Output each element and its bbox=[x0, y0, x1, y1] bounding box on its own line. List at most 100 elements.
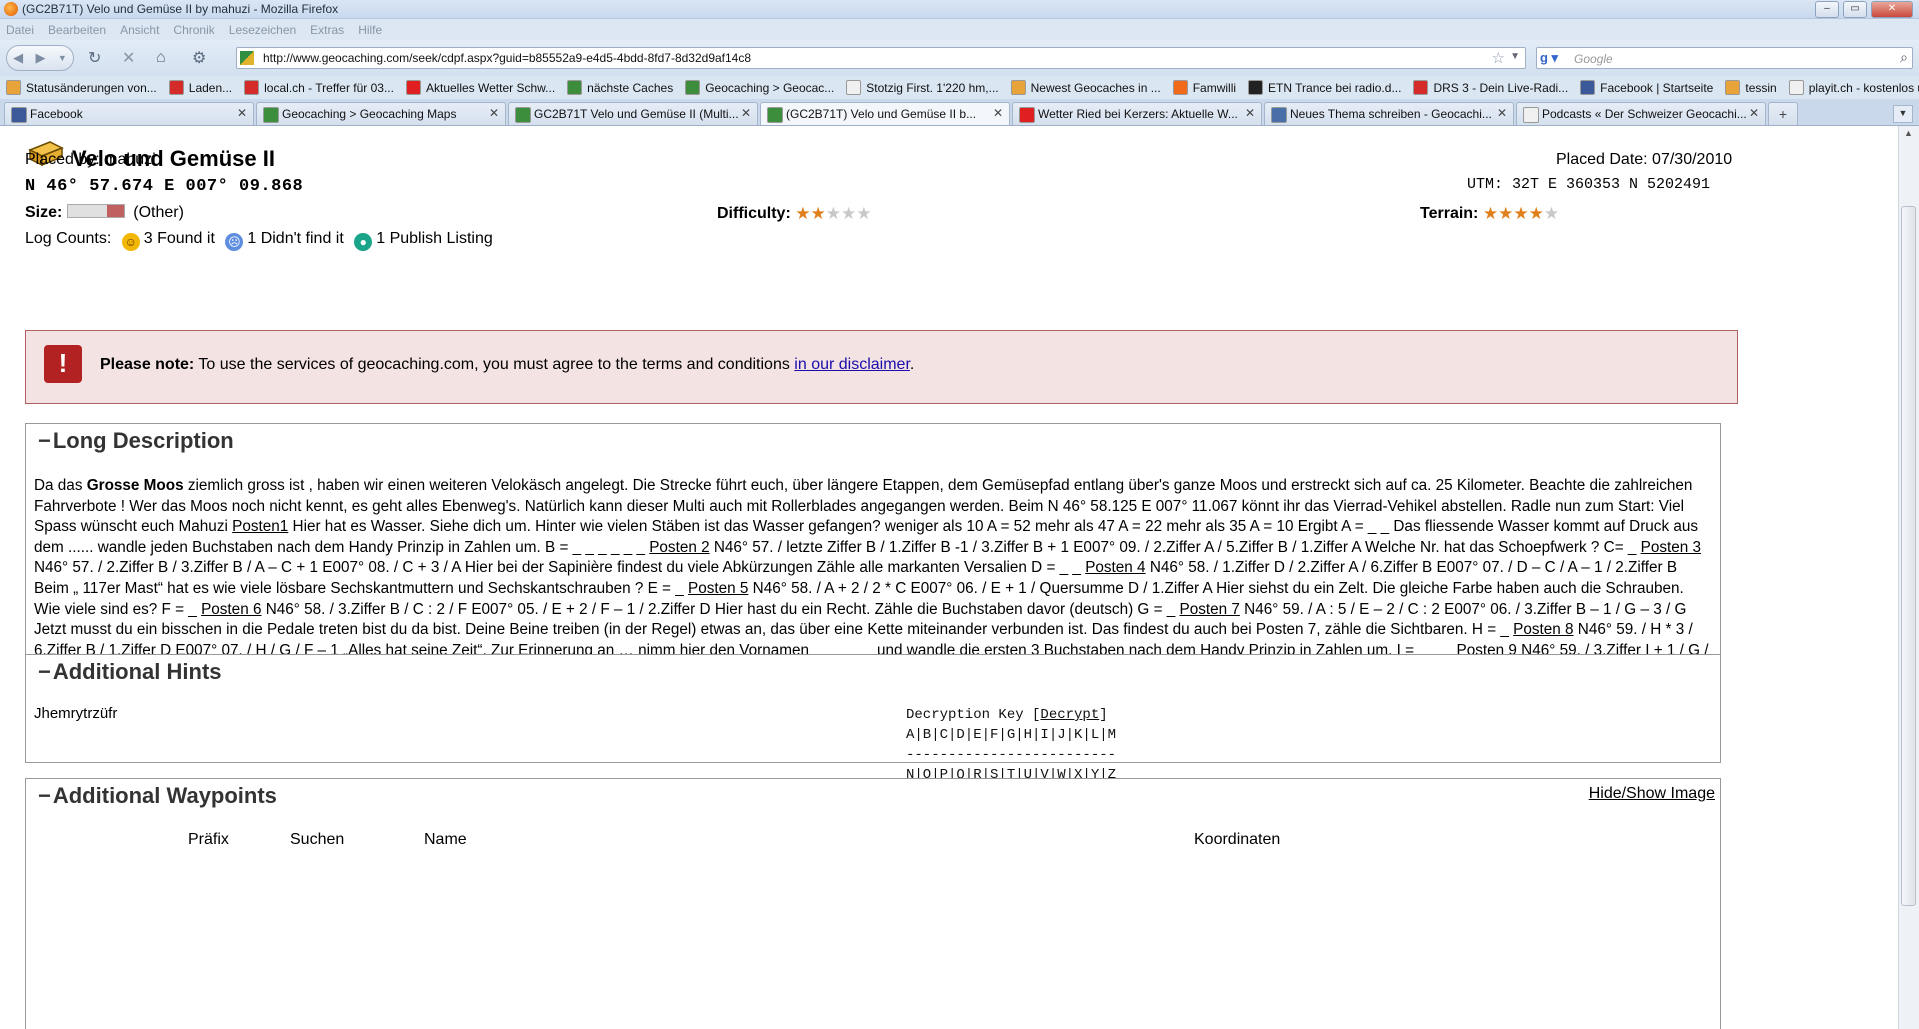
tab-close-icon[interactable]: ✕ bbox=[1497, 106, 1507, 120]
bookmark-label: Famwilli bbox=[1192, 80, 1237, 95]
bookmark-item[interactable]: nächste Caches bbox=[567, 80, 673, 95]
waypoint-link[interactable]: Posten 4 bbox=[1085, 559, 1145, 576]
tab-list-icon[interactable]: ▼ bbox=[1893, 105, 1913, 123]
placed-date: Placed Date: 07/30/2010 bbox=[1556, 151, 1733, 168]
waypoint-link[interactable]: Posten 2 bbox=[649, 539, 709, 556]
stop-icon[interactable]: ✕ bbox=[122, 46, 135, 70]
url-dropdown-icon[interactable]: ▼ bbox=[1510, 51, 1520, 62]
browser-tab[interactable]: (GC2B71T) Velo und Gemüse II b... ✕ bbox=[760, 102, 1010, 125]
bookmark-label: nächste Caches bbox=[587, 80, 674, 95]
bookmark-item[interactable]: playit.ch - kostenlos u... bbox=[1788, 80, 1919, 95]
bookmark-item[interactable]: ETN Trance bei radio.d... bbox=[1248, 80, 1401, 95]
browser-tab[interactable]: Neues Thema schreiben - Geocachi... ✕ bbox=[1264, 102, 1514, 125]
bookmark-favicon-icon bbox=[685, 80, 701, 95]
collapse-icon[interactable]: − bbox=[38, 659, 51, 684]
bookmark-item[interactable]: Laden... bbox=[168, 80, 233, 95]
size-row: Size: (Other) bbox=[25, 204, 184, 222]
hide-show-image-link[interactable]: Hide/Show Image bbox=[1589, 785, 1715, 803]
reload-icon[interactable]: ↻ bbox=[88, 46, 101, 70]
collapse-icon[interactable]: − bbox=[38, 783, 51, 808]
browser-tab[interactable]: Geocaching > Geocaching Maps ✕ bbox=[256, 102, 506, 125]
back-arrow-icon[interactable]: ◀ bbox=[13, 50, 23, 66]
scroll-up-icon[interactable]: ▲ bbox=[1901, 128, 1916, 143]
bookmark-favicon-icon bbox=[1788, 80, 1804, 95]
google-engine-icon[interactable]: g ▾ bbox=[1540, 50, 1558, 66]
new-tab-button[interactable]: + bbox=[1768, 102, 1798, 125]
decryption-key: Decryption Key [Decrypt] A|B|C|D|E|F|G|H… bbox=[906, 707, 1117, 783]
menu-lesezeichen[interactable]: Lesezeichen bbox=[229, 23, 296, 37]
star-empty-icon: ★ bbox=[840, 204, 857, 223]
bookmark-favicon-icon bbox=[567, 80, 583, 95]
warning-icon: ! bbox=[44, 345, 82, 383]
additional-hints-heading[interactable]: −Additional Hints bbox=[38, 659, 222, 685]
utm-coordinates: UTM: 32T E 360353 N 5202491 bbox=[1467, 176, 1711, 193]
additional-waypoints-heading[interactable]: −Additional Waypoints bbox=[38, 783, 277, 809]
bookmark-item[interactable]: local.ch - Treffer für 03... bbox=[244, 80, 394, 95]
search-bar[interactable]: g ▾ Google ⌕ bbox=[1536, 47, 1913, 69]
bookmark-label: Aktuelles Wetter Schw... bbox=[425, 80, 556, 95]
decrypt-link[interactable]: Decrypt bbox=[1040, 707, 1099, 723]
star-filled-icon: ★ bbox=[1498, 204, 1514, 223]
bookmark-item[interactable]: Geocaching > Geocac... bbox=[685, 80, 834, 95]
tab-close-icon[interactable]: ✕ bbox=[237, 106, 247, 120]
collapse-icon[interactable]: − bbox=[38, 428, 51, 453]
waypoint-link[interactable]: Posten1 bbox=[232, 518, 288, 535]
waypoint-link[interactable]: Posten 3 bbox=[1641, 539, 1701, 556]
waypoint-link[interactable]: Posten 6 bbox=[201, 601, 261, 618]
tab-close-icon[interactable]: ✕ bbox=[1749, 106, 1759, 120]
addon-icon[interactable]: ⚙ bbox=[192, 46, 206, 70]
close-window-button[interactable]: ✕ bbox=[1871, 1, 1913, 18]
star-empty-icon: ★ bbox=[1543, 204, 1560, 223]
scrollbar-thumb[interactable] bbox=[1901, 206, 1916, 906]
tab-close-icon[interactable]: ✕ bbox=[993, 106, 1003, 120]
size-value: (Other) bbox=[133, 204, 184, 221]
bookmark-label: Laden... bbox=[188, 80, 233, 95]
bookmark-item[interactable]: DRS 3 - Dein Live-Radi... bbox=[1413, 80, 1568, 95]
long-description-heading[interactable]: −Long Description bbox=[38, 428, 234, 454]
menu-bearbeiten[interactable]: Bearbeiten bbox=[48, 23, 106, 37]
url-bar[interactable]: http://www.geocaching.com/seek/cdpf.aspx… bbox=[236, 47, 1526, 69]
search-icon[interactable]: ⌕ bbox=[1900, 49, 1908, 66]
menu-chronik[interactable]: Chronik bbox=[173, 23, 214, 37]
menu-ansicht[interactable]: Ansicht bbox=[120, 23, 159, 37]
url-text[interactable]: http://www.geocaching.com/seek/cdpf.aspx… bbox=[263, 51, 751, 65]
menu-hilfe[interactable]: Hilfe bbox=[358, 23, 382, 37]
browser-tab[interactable]: GC2B71T Velo und Gemüse II (Multi... ✕ bbox=[508, 102, 758, 125]
browser-tab[interactable]: Wetter Ried bei Kerzers: Aktuelle W... ✕ bbox=[1012, 102, 1262, 125]
bookmark-item[interactable]: Statusänderungen von... bbox=[6, 80, 157, 95]
bookmark-item[interactable]: Famwilli bbox=[1172, 80, 1237, 95]
home-icon[interactable]: ⌂ bbox=[156, 46, 166, 70]
navigation-toolbar: ◀ ▶ ▼ ↻ ✕ ⌂ ⚙ http://www.geocaching.com/… bbox=[0, 40, 1919, 76]
page-scrollbar[interactable]: ▲ bbox=[1898, 126, 1919, 1029]
maximize-button[interactable]: ▭ bbox=[1843, 1, 1867, 18]
search-placeholder[interactable]: Google bbox=[1574, 52, 1613, 66]
site-identity-icon[interactable] bbox=[240, 51, 254, 65]
column-search: Suchen bbox=[290, 831, 345, 848]
page-content: Velo und Gemüse II Placed by: mahuzi Pla… bbox=[0, 126, 1898, 1029]
bookmark-label: tessin bbox=[1745, 80, 1777, 95]
bookmark-item[interactable]: Stotzig First. 1'220 hm,... bbox=[846, 80, 999, 95]
disclaimer-link[interactable]: in our disclaimer bbox=[794, 356, 910, 373]
bookmark-item[interactable]: Facebook | Startseite bbox=[1580, 80, 1713, 95]
bookmark-item[interactable]: tessin bbox=[1725, 80, 1777, 95]
tab-close-icon[interactable]: ✕ bbox=[1245, 106, 1255, 120]
waypoint-link[interactable]: Posten 7 bbox=[1180, 601, 1240, 618]
bookmark-item[interactable]: Newest Geocaches in ... bbox=[1010, 80, 1161, 95]
bookmark-star-icon[interactable]: ☆ bbox=[1492, 49, 1505, 67]
tab-favicon-icon bbox=[11, 107, 27, 123]
tab-close-icon[interactable]: ✕ bbox=[741, 106, 751, 120]
browser-tab[interactable]: Facebook ✕ bbox=[4, 102, 254, 125]
tab-close-icon[interactable]: ✕ bbox=[489, 106, 499, 120]
bookmark-item[interactable]: Aktuelles Wetter Schw... bbox=[405, 80, 556, 95]
bookmark-label: Facebook | Startseite bbox=[1600, 80, 1714, 95]
history-dropdown-icon[interactable]: ▼ bbox=[58, 53, 67, 63]
waypoint-link[interactable]: Posten 5 bbox=[688, 580, 748, 597]
menu-datei[interactable]: Datei bbox=[6, 23, 34, 37]
waypoint-link[interactable]: Posten 8 bbox=[1513, 621, 1573, 638]
forward-arrow-icon[interactable]: ▶ bbox=[36, 50, 46, 66]
browser-tab[interactable]: Podcasts « Der Schweizer Geocachi... ✕ bbox=[1516, 102, 1766, 125]
menu-extras[interactable]: Extras bbox=[310, 23, 344, 37]
minimize-button[interactable]: – bbox=[1815, 1, 1839, 18]
bookmark-favicon-icon bbox=[168, 80, 184, 95]
bookmark-favicon-icon bbox=[244, 80, 260, 95]
